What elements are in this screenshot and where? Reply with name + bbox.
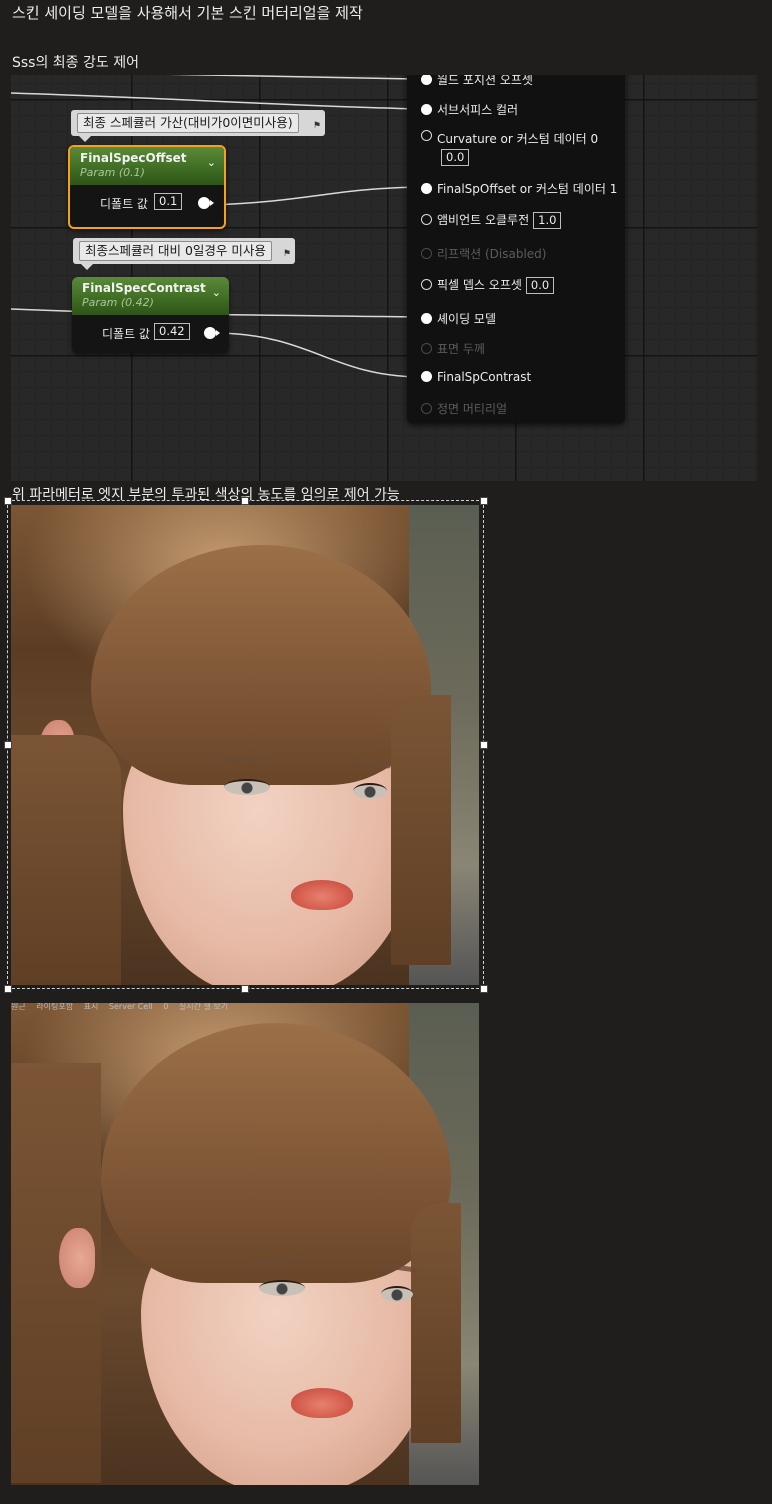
pin-disabled-icon xyxy=(421,248,432,259)
hair-left xyxy=(11,735,121,985)
input-pin-final-sp-offset[interactable]: FinalSpOffset or 커스텀 데이터 1 xyxy=(421,180,617,197)
resize-handle-bottom-left[interactable] xyxy=(4,985,12,993)
lips xyxy=(291,880,353,910)
section-heading-sss: Sss의 최종 강도 제어 xyxy=(12,55,139,71)
node-header: FinalSpecContrast Param (0.42) ⌄ xyxy=(72,277,229,315)
node-title: FinalSpecContrast xyxy=(82,281,206,295)
pin-connected-icon[interactable] xyxy=(421,371,432,382)
output-pin-icon[interactable] xyxy=(204,327,220,339)
input-pin-refraction: 리프랙션 (Disabled) xyxy=(421,245,546,262)
comment-text: 최종 스페큘러 가산(대비가0이면미사용) xyxy=(77,113,299,133)
toolbar-item-show[interactable]: 표시 xyxy=(84,1003,99,1011)
eye-left xyxy=(224,779,270,795)
material-graph-screenshot: 최종 스페큘러 가산(대비가0이면미사용) ⚑ FinalSpecOffset … xyxy=(11,75,757,481)
node-body: 디폴트 값 0.1 xyxy=(70,185,224,227)
chevron-down-icon[interactable]: ⌄ xyxy=(212,286,221,299)
node-title: FinalSpecOffset xyxy=(80,151,187,165)
pin-label: 월드 포지션 오프셋 xyxy=(437,75,533,87)
pin-default-value[interactable]: 0.0 xyxy=(525,277,555,294)
character-render-image-1[interactable] xyxy=(11,505,479,985)
pin-label: Curvature or 커스텀 데이터 0 xyxy=(437,132,599,146)
viewport-toolbar: 원근 라이팅포함 표시 Server Cell 0 실시간 셀 보기 xyxy=(11,1003,311,1013)
comment-tail xyxy=(79,136,91,142)
input-pin-subsurface-color[interactable]: 서브서피스 컬러 xyxy=(421,101,518,118)
wire-world-position xyxy=(164,75,418,80)
pin-icon[interactable]: ⚑ xyxy=(283,241,291,267)
input-pin-ambient-occlusion[interactable]: 앰비언트 오클루전 1.0 xyxy=(421,211,562,229)
chevron-down-icon[interactable]: ⌄ xyxy=(207,156,216,169)
comment-text: 최종스페큘러 대비 0일경우 미사용 xyxy=(79,241,272,261)
hair-right xyxy=(411,1203,461,1443)
resize-handle-top[interactable] xyxy=(241,497,249,505)
pin-disabled-icon xyxy=(421,343,432,354)
eye-right xyxy=(381,1286,413,1302)
toolbar-item-lit[interactable]: 라이팅포함 xyxy=(36,1003,73,1011)
eye-right xyxy=(353,783,387,799)
resize-handle-top-left[interactable] xyxy=(4,497,12,505)
toolbar-item-server-cell[interactable]: Server Cell xyxy=(109,1003,153,1011)
toolbar-item-perspective[interactable]: 원근 xyxy=(11,1003,26,1011)
comment-tail xyxy=(81,264,93,270)
wire-final-spec-contrast xyxy=(218,332,418,378)
comment-final-spec-contrast[interactable]: 최종스페큘러 대비 0일경우 미사용 ⚑ xyxy=(73,238,295,270)
default-value-field[interactable]: 0.1 xyxy=(154,193,183,210)
resize-handle-left[interactable] xyxy=(4,741,12,749)
pin-label: 앰비언트 오클루전 xyxy=(437,213,530,227)
input-pin-front-material: 정면 머티리얼 xyxy=(421,400,507,417)
material-result-node[interactable]: 월드 포지션 오프셋 서브서피스 컬러 Curvature or 커스텀 데이터… xyxy=(407,75,625,423)
pin-label: FinalSpOffset or 커스텀 데이터 1 xyxy=(437,182,618,196)
pin-connected-icon[interactable] xyxy=(421,183,432,194)
input-pin-surface-thickness: 표면 두께 xyxy=(421,340,485,357)
ear xyxy=(59,1228,95,1288)
pin-label: 서브서피스 컬러 xyxy=(437,103,519,117)
toolbar-item-cell-number[interactable]: 0 xyxy=(163,1003,168,1011)
page-title: 스킨 세이딩 모델을 사용해서 기본 스킨 머터리얼을 제작 xyxy=(12,4,363,22)
input-pin-final-sp-contrast[interactable]: FinalSpContrast xyxy=(421,370,531,384)
resize-handle-top-right[interactable] xyxy=(480,497,488,505)
node-header: FinalSpecOffset Param (0.1) ⌄ xyxy=(70,147,224,185)
pin-connected-icon[interactable] xyxy=(421,104,432,115)
resize-handle-bottom[interactable] xyxy=(241,985,249,993)
input-pin-shading-model[interactable]: 셰이딩 모델 xyxy=(421,310,496,327)
param-node-final-spec-contrast[interactable]: FinalSpecContrast Param (0.42) ⌄ 디폴트 값 0… xyxy=(72,277,229,353)
input-pin-world-position-offset[interactable]: 월드 포지션 오프셋 xyxy=(421,75,533,88)
eye-left xyxy=(259,1280,305,1296)
default-value-label: 디폴트 값 xyxy=(100,197,148,211)
pin-default-value[interactable]: 0.0 xyxy=(441,149,470,166)
pin-empty-icon[interactable] xyxy=(421,214,432,225)
pin-label: 픽셀 뎁스 오프셋 xyxy=(437,278,522,292)
lips xyxy=(291,1388,353,1418)
toolbar-item-realtime-cell[interactable]: 실시간 셀 보기 xyxy=(179,1003,228,1011)
param-node-final-spec-offset[interactable]: FinalSpecOffset Param (0.1) ⌄ 디폴트 값 0.1 xyxy=(68,145,226,229)
pin-empty-icon[interactable] xyxy=(421,279,432,290)
pin-connected-icon[interactable] xyxy=(421,313,432,324)
default-value-field[interactable]: 0.42 xyxy=(154,323,190,340)
character-render-image-2[interactable]: 원근 라이팅포함 표시 Server Cell 0 실시간 셀 보기 xyxy=(11,1003,479,1485)
pin-empty-icon[interactable] xyxy=(421,130,432,141)
pin-label: 정면 머티리얼 xyxy=(437,402,508,416)
caption-text: 위 파라메터로 엣지 부분의 투과된 색상의 농도를 임의로 제어 가능 xyxy=(12,487,400,503)
pin-default-value[interactable]: 1.0 xyxy=(533,212,562,229)
node-subtitle: Param (0.42) xyxy=(82,296,154,309)
comment-final-spec-offset[interactable]: 최종 스페큘러 가산(대비가0이면미사용) ⚑ xyxy=(71,110,325,142)
resize-handle-right[interactable] xyxy=(480,741,488,749)
wire-final-spec-offset xyxy=(212,186,418,206)
node-body: 디폴트 값 0.42 xyxy=(72,315,229,351)
pin-connected-icon[interactable] xyxy=(421,75,432,85)
output-pin-icon[interactable] xyxy=(198,197,214,209)
pin-label: FinalSpContrast xyxy=(437,370,532,384)
resize-handle-bottom-right[interactable] xyxy=(480,985,488,993)
pin-label: 셰이딩 모델 xyxy=(437,312,497,326)
pin-icon[interactable]: ⚑ xyxy=(313,113,321,139)
pin-label: 리프랙션 (Disabled) xyxy=(437,247,547,261)
hair-right xyxy=(391,695,451,965)
default-value-label: 디폴트 값 xyxy=(102,327,150,341)
wire-subsurface-color xyxy=(11,92,418,110)
input-pin-curvature[interactable]: Curvature or 커스텀 데이터 0 0.0 xyxy=(421,130,598,166)
node-subtitle: Param (0.1) xyxy=(80,166,145,179)
pin-label: 표면 두께 xyxy=(437,342,485,356)
pin-disabled-icon xyxy=(421,403,432,414)
input-pin-pixel-depth-offset[interactable]: 픽셀 뎁스 오프셋 0.0 xyxy=(421,276,555,294)
